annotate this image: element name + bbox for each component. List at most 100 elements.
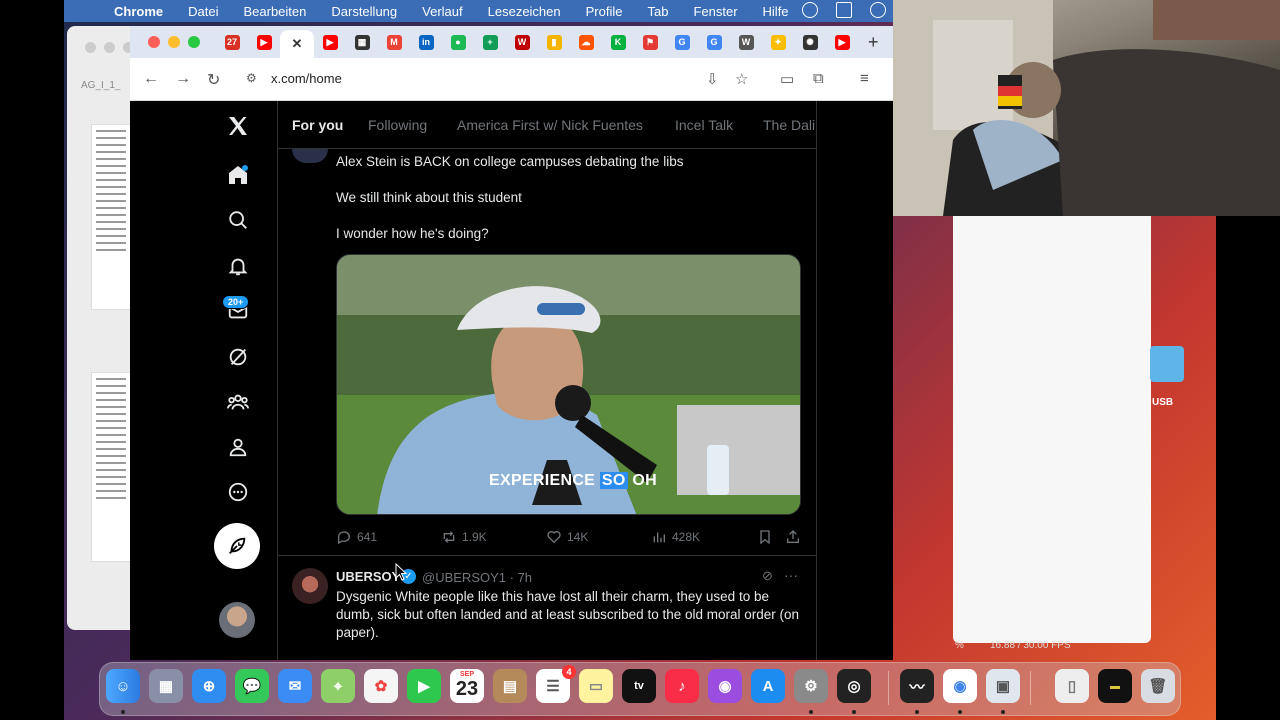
window-close-button[interactable] bbox=[85, 42, 96, 53]
x-logo-icon[interactable] bbox=[214, 109, 262, 143]
back-arrow-icon[interactable]: ← bbox=[143, 70, 159, 88]
mail-icon[interactable]: ✉ bbox=[278, 669, 312, 703]
grok-explain-icon[interactable]: ⊘ bbox=[762, 568, 773, 584]
browser-tab[interactable]: ✦ bbox=[762, 29, 794, 55]
grok-icon[interactable] bbox=[214, 340, 262, 374]
site-settings-icon[interactable]: ⚙ bbox=[246, 71, 257, 85]
menu-profiles[interactable]: Profile bbox=[586, 4, 623, 19]
chrome-icon[interactable]: ◉ bbox=[943, 669, 977, 703]
tweet-video[interactable]: EXPERIENCE SO OH bbox=[336, 254, 801, 515]
grid-status-icon[interactable] bbox=[836, 2, 852, 18]
profile-icon[interactable] bbox=[214, 430, 262, 464]
like-button[interactable]: 14K bbox=[546, 529, 588, 545]
menu-file[interactable]: Datei bbox=[188, 4, 218, 19]
music-icon[interactable]: ♪ bbox=[665, 669, 699, 703]
views-button[interactable]: 428K bbox=[651, 529, 700, 545]
tab-for-you[interactable]: For you bbox=[292, 117, 343, 133]
menu-history[interactable]: Verlauf bbox=[422, 4, 462, 19]
podcasts-icon[interactable]: ◉ bbox=[708, 669, 742, 703]
notifications-bell-icon[interactable] bbox=[214, 249, 262, 283]
usb-drive-icon[interactable] bbox=[1150, 346, 1184, 382]
notes-folder-icon[interactable]: ▤ bbox=[493, 669, 527, 703]
bookmark-button[interactable] bbox=[757, 529, 773, 545]
status-menu-icon[interactable] bbox=[802, 2, 818, 18]
browser-tab[interactable]: + bbox=[474, 29, 506, 55]
maps-icon[interactable]: ⌖ bbox=[321, 669, 355, 703]
apple-tv-icon[interactable]: tv bbox=[622, 669, 656, 703]
browser-tab[interactable]: ▦ bbox=[346, 29, 378, 55]
menu-edit[interactable]: Bearbeiten bbox=[243, 4, 306, 19]
calendar-icon[interactable]: SEP 23 bbox=[450, 669, 484, 703]
browser-tab[interactable]: in bbox=[410, 29, 442, 55]
post-button[interactable] bbox=[214, 523, 260, 569]
window-minimize-button[interactable] bbox=[104, 42, 115, 53]
messages-app-icon[interactable]: 💬 bbox=[235, 669, 269, 703]
page-thumbnail[interactable] bbox=[91, 124, 131, 310]
browser-tab[interactable]: W bbox=[730, 29, 762, 55]
safari-icon[interactable]: ⊕ bbox=[192, 669, 226, 703]
reading-list-icon[interactable]: ≡ bbox=[860, 70, 869, 87]
browser-tab[interactable]: K bbox=[602, 29, 634, 55]
menu-window[interactable]: Fenster bbox=[693, 4, 737, 19]
browser-tab[interactable]: 27 bbox=[216, 29, 248, 55]
communities-icon[interactable] bbox=[214, 385, 262, 419]
browser-tab[interactable]: G bbox=[666, 29, 698, 55]
browser-tab[interactable]: ▶ bbox=[248, 29, 280, 55]
browser-tab[interactable]: ☁ bbox=[570, 29, 602, 55]
share-button[interactable] bbox=[785, 529, 801, 545]
menu-tab[interactable]: Tab bbox=[647, 4, 668, 19]
photos-icon[interactable]: ✿ bbox=[364, 669, 398, 703]
forward-arrow-icon[interactable]: → bbox=[175, 70, 191, 88]
record-status-icon[interactable] bbox=[870, 2, 886, 18]
notes-icon[interactable]: ▭ bbox=[579, 669, 613, 703]
page-thumbnail[interactable] bbox=[91, 372, 131, 562]
tab-following[interactable]: Following bbox=[368, 117, 427, 133]
tab-incel-talk[interactable]: Incel Talk bbox=[675, 117, 733, 133]
search-icon[interactable] bbox=[214, 203, 262, 237]
home-icon[interactable] bbox=[214, 158, 262, 192]
install-app-icon[interactable]: ⇩ bbox=[706, 70, 719, 88]
account-avatar[interactable] bbox=[219, 602, 255, 638]
browser-tab[interactable]: ⚑ bbox=[634, 29, 666, 55]
menu-view[interactable]: Darstellung bbox=[331, 4, 397, 19]
app-store-icon[interactable]: A bbox=[751, 669, 785, 703]
usb-stack-icon[interactable]: ▯ bbox=[1055, 669, 1089, 703]
browser-tab[interactable]: M bbox=[378, 29, 410, 55]
new-tab-button[interactable]: + bbox=[868, 32, 879, 53]
browser-tab[interactable]: ▶ bbox=[314, 29, 346, 55]
zoom-window-button[interactable] bbox=[188, 36, 200, 48]
cast-icon[interactable]: ▭ bbox=[780, 70, 794, 88]
browser-tab[interactable]: G bbox=[698, 29, 730, 55]
background-document-window[interactable]: AG_I_1_ bbox=[67, 26, 137, 630]
screenshot-stack-icon[interactable]: ▬ bbox=[1098, 669, 1132, 703]
url-text[interactable]: x.com/home bbox=[271, 71, 342, 86]
repost-button[interactable]: 1.9K bbox=[441, 529, 487, 545]
reply-button[interactable]: 641 bbox=[336, 529, 377, 545]
obs-icon[interactable]: ◎ bbox=[837, 669, 871, 703]
finder-icon[interactable]: ☺ bbox=[106, 669, 140, 703]
browser-tab[interactable]: ▶ bbox=[826, 29, 858, 55]
browser-tab[interactable]: ● bbox=[442, 29, 474, 55]
facetime-icon[interactable]: ▶ bbox=[407, 669, 441, 703]
menu-bookmarks[interactable]: Lesezeichen bbox=[488, 4, 561, 19]
activity-monitor-icon[interactable]: 〰 bbox=[900, 669, 934, 703]
bookmark-star-icon[interactable]: ☆ bbox=[735, 70, 748, 88]
reload-icon[interactable]: ↻ bbox=[207, 70, 220, 90]
close-window-button[interactable] bbox=[148, 36, 160, 48]
browser-tab[interactable]: ▮ bbox=[538, 29, 570, 55]
menu-app-name[interactable]: Chrome bbox=[114, 4, 163, 19]
browser-tab[interactable]: ✺ bbox=[794, 29, 826, 55]
tweet-author-handle[interactable]: @UBERSOY1 · 7h bbox=[422, 570, 532, 585]
more-options-icon[interactable]: ··· bbox=[784, 567, 798, 583]
minimize-window-button[interactable] bbox=[168, 36, 180, 48]
menu-help[interactable]: Hilfe bbox=[763, 4, 789, 19]
extensions-icon[interactable]: ⧉ bbox=[813, 70, 824, 87]
usb-drive-label[interactable]: USB bbox=[1152, 397, 1173, 408]
tweet-author-name[interactable]: UBERSOY bbox=[336, 569, 400, 584]
tab-the-dali[interactable]: The Dali bbox=[763, 117, 815, 133]
more-icon[interactable] bbox=[214, 475, 262, 509]
browser-tab[interactable]: ✕ bbox=[280, 30, 314, 58]
system-settings-icon[interactable]: ⚙ bbox=[794, 669, 828, 703]
tweet-author-avatar[interactable] bbox=[292, 568, 328, 604]
launchpad-icon[interactable]: ▦ bbox=[149, 669, 183, 703]
